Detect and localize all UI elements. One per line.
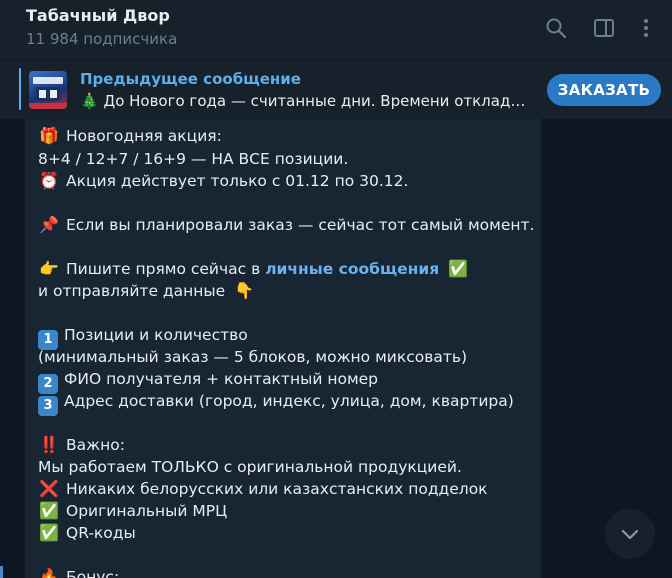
keycap-three-icon: 3 (38, 396, 58, 416)
message-line: 8+4 / 12+7 / 16+9 — НА ВСЕ позиции. (38, 148, 348, 170)
message-line: Мы работаем ТОЛЬКО с оригинальной продук… (38, 456, 462, 478)
order-button[interactable]: ЗАКАЗАТЬ (547, 74, 661, 106)
message-text: Новогодняя акция: (66, 127, 222, 145)
message-text: Адрес доставки (город, индекс, улица, до… (64, 392, 514, 410)
pinned-title: Предыдущее сообщение (80, 70, 301, 88)
message-line: ❌ Никаких белорусских или казахстанских п… (38, 478, 488, 500)
search-icon[interactable] (544, 16, 568, 40)
message-text: ФИО получателя + контактный номер (64, 370, 379, 388)
message-text: Бонус: (66, 568, 120, 578)
double-exclamation-emoji: ‼️ (39, 435, 59, 454)
scroll-to-bottom-button[interactable] (605, 509, 655, 559)
check-mark-emoji: ✅ (39, 523, 59, 542)
message-line: (минимальный заказ — 5 блоков, можно мик… (38, 346, 467, 368)
message-bubble: 🎁 Новогодняя акция: 8+4 / 12+7 / 16+9 — Н… (25, 119, 541, 578)
check-mark-emoji: ✅ (448, 259, 469, 278)
sidebar-toggle-icon[interactable] (592, 16, 616, 40)
pinned-preview: 🎄 До Нового года — считанные дни. Времен… (80, 92, 532, 110)
message-text: Если вы планировали заказ — сейчас тот с… (66, 216, 535, 234)
gift-emoji: 🎁 (39, 126, 59, 145)
pinned-message-bar[interactable]: Предыдущее сообщение 🎄 До Нового года — … (0, 60, 672, 119)
fire-emoji: 🔥 (39, 567, 59, 578)
message-text: Оригинальный МРЦ (66, 502, 228, 520)
pushpin-emoji: 📌 (39, 215, 59, 234)
message-text: QR-коды (66, 524, 136, 542)
message-text: Мы работаем ТОЛЬКО с оригинальной продук… (38, 458, 462, 476)
subscriber-count: 11 984 подписчика (26, 30, 178, 48)
message-line: 3 Адрес доставки (город, индекс, улица, д… (38, 390, 514, 416)
message-text: 8+4 / 12+7 / 16+9 — НА ВСЕ позиции. (38, 150, 349, 168)
check-mark-emoji: ✅ (39, 501, 59, 520)
direct-messages-link[interactable]: личные сообщения (265, 260, 439, 278)
more-vertical-icon[interactable] (634, 16, 658, 40)
chevron-down-icon (621, 529, 639, 540)
cross-mark-emoji: ❌ (39, 479, 59, 498)
pointing-right-emoji: 👉 (39, 259, 59, 278)
message-text: Пишите прямо сейчас в (66, 260, 266, 278)
pinned-thumbnail (29, 71, 67, 109)
message-text: Важно: (66, 436, 125, 454)
message-text: Акция действует только с 01.12 по 30.12. (66, 172, 409, 190)
pinned-preview-text: До Нового года — считанные дни. Времени … (103, 92, 532, 110)
message-text: Позиции и количество (64, 326, 248, 344)
message-text: Никаких белорусских или казахстанских по… (66, 480, 488, 498)
message-line: ✅ QR-коды (38, 522, 136, 544)
pinned-indicator (19, 68, 21, 110)
message-text: и отправляйте данные (38, 282, 226, 300)
message-list[interactable]: 🎁 Новогодняя акция: 8+4 / 12+7 / 16+9 — Н… (0, 119, 672, 578)
message-line: ‼️ Важно: (38, 434, 125, 456)
message-line: и отправляйте данные 👇 (38, 280, 255, 302)
message-line: 🎁 Новогодняя акция: (38, 125, 222, 147)
pointing-down-emoji: 👇 (234, 281, 255, 300)
message-line: 📌 Если вы планировали заказ — сейчас тот … (38, 214, 534, 236)
message-line: ✅ Оригинальный МРЦ (38, 500, 227, 522)
window-edge-accent (0, 566, 3, 578)
message-line: ⏰ Акция действует только с 01.12 по 30.12… (38, 170, 408, 192)
tree-emoji: 🎄 (80, 92, 99, 110)
alarm-clock-emoji: ⏰ (39, 171, 59, 190)
message-line: 👉 Пишите прямо сейчас в личные сообщения ✅ (38, 258, 469, 280)
message-line: 🔥 Бонус: (38, 566, 119, 578)
chat-header: Табачный Двор 11 984 подписчика (0, 0, 672, 60)
message-text: (минимальный заказ — 5 блоков, можно мик… (38, 348, 468, 366)
channel-title[interactable]: Табачный Двор (26, 6, 170, 25)
